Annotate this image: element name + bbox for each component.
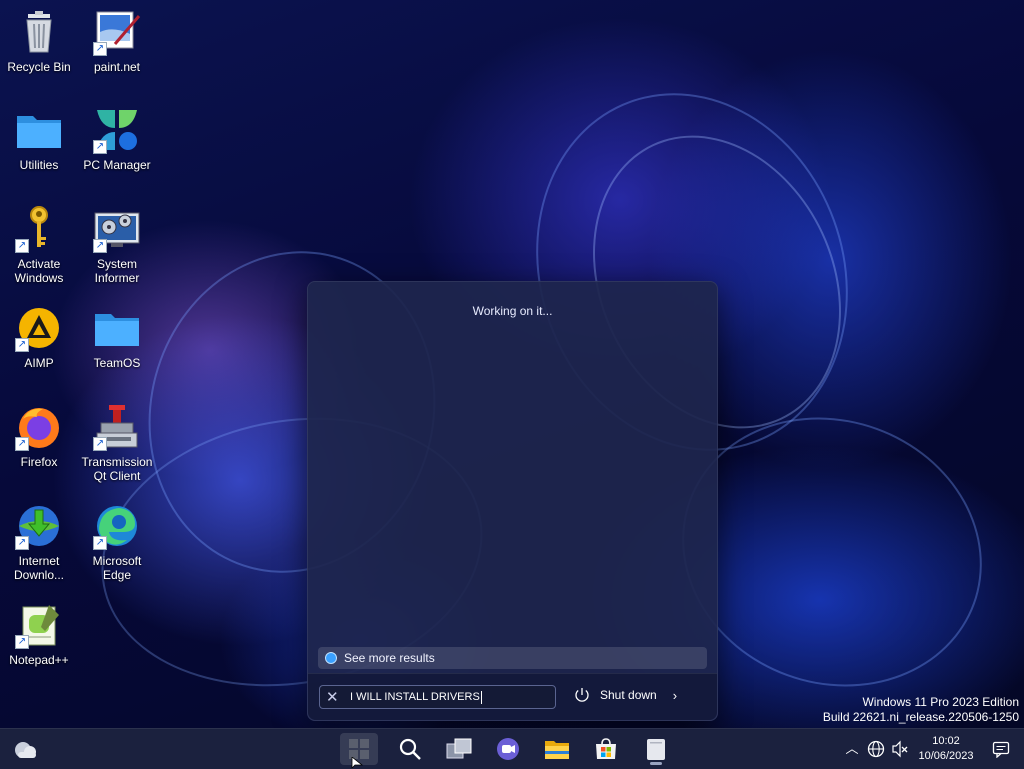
file-explorer-button[interactable] xyxy=(538,733,576,765)
text-caret xyxy=(480,690,482,704)
shortcut-arrow-icon: ↗ xyxy=(15,536,29,550)
desktop-icon-utilities[interactable]: Utilities xyxy=(1,106,77,172)
task-view-icon xyxy=(446,738,472,759)
language-globe-icon[interactable] xyxy=(867,740,885,758)
shortcut-arrow-icon: ↗ xyxy=(93,536,107,550)
notepad-icon xyxy=(647,739,665,760)
search-status: Working on it... xyxy=(472,304,553,318)
firefox-icon: ↗ xyxy=(15,403,63,451)
desktop-icon-teamos[interactable]: TeamOS xyxy=(79,304,155,370)
folder-icon xyxy=(15,106,63,154)
taskbar-clock[interactable]: 10:02 10/06/2023 xyxy=(910,734,982,764)
microsoft-store-button[interactable] xyxy=(587,733,625,765)
shortcut-arrow-icon: ↗ xyxy=(15,338,29,352)
shortcut-arrow-icon: ↗ xyxy=(93,42,107,56)
desktop-icon-label: Utilities xyxy=(19,158,59,172)
desktop-icon-label: Firefox xyxy=(20,455,58,469)
power-icon xyxy=(575,688,589,702)
system-informer-icon: ↗ xyxy=(93,205,141,253)
desktop-icon-transmission[interactable]: ↗ Transmission Qt Client xyxy=(79,403,155,483)
paintnet-icon: ↗ xyxy=(93,8,141,56)
shut-down-button[interactable]: Shut down › xyxy=(574,687,677,703)
transmission-icon: ↗ xyxy=(93,403,141,451)
idm-icon: ↗ xyxy=(15,502,63,550)
desktop-icon-label: Transmission Qt Client xyxy=(81,455,153,483)
shortcut-arrow-icon: ↗ xyxy=(15,239,29,253)
shut-down-label: Shut down xyxy=(600,688,657,702)
running-indicator xyxy=(650,762,662,765)
edition-watermark: Windows 11 Pro 2023 Edition Build 22621.… xyxy=(823,695,1019,725)
desktop-icon-label: Recycle Bin xyxy=(7,60,71,74)
desktop-icon-recycle-bin[interactable]: Recycle Bin xyxy=(1,8,77,74)
windows-logo-icon xyxy=(349,739,369,759)
shortcut-arrow-icon: ↗ xyxy=(15,437,29,451)
notepad-taskbar-button[interactable] xyxy=(637,733,675,765)
desktop-icon-label: TeamOS xyxy=(93,356,141,370)
watermark-build: Build 22621.ni_release.220506-1250 xyxy=(822,710,1019,724)
key-icon: ↗ xyxy=(15,205,63,253)
weather-widget-button[interactable] xyxy=(6,733,44,765)
see-more-results-button[interactable]: See more results xyxy=(318,647,707,669)
shortcut-arrow-icon: ↗ xyxy=(93,437,107,451)
task-view-button[interactable] xyxy=(440,733,478,765)
desktop-icon-label: Internet Downlo... xyxy=(13,554,65,582)
search-icon xyxy=(399,738,421,760)
desktop-icon-label: AIMP xyxy=(24,356,54,370)
chevron-right-icon[interactable]: › xyxy=(673,688,677,703)
clock-date: 10/06/2023 xyxy=(918,750,974,762)
store-icon xyxy=(596,738,616,759)
desktop-icon-internet-download-manager[interactable]: ↗ Internet Downlo... xyxy=(1,502,77,582)
chat-icon xyxy=(497,738,519,760)
volume-muted-icon[interactable] xyxy=(891,740,909,758)
search-query-text: I WILL INSTALL DRIVERS xyxy=(350,691,480,703)
desktop-icon-label: PC Manager xyxy=(83,158,151,172)
teams-chat-button[interactable] xyxy=(489,733,527,765)
desktop-icon-label: Activate Windows xyxy=(14,257,64,285)
edge-icon: ↗ xyxy=(93,502,141,550)
search-panel: Working on it... See more results ✕ I WI… xyxy=(307,281,718,721)
desktop-icon-aimp[interactable]: ↗ AIMP xyxy=(1,304,77,370)
notifications-icon[interactable] xyxy=(992,740,1010,759)
mouse-cursor-icon xyxy=(351,757,363,768)
desktop-icon-label: paint.net xyxy=(93,60,141,74)
taskbar: ︿ 10:02 10/06/2023 xyxy=(0,728,1024,769)
pc-manager-icon: ↗ xyxy=(93,106,141,154)
shortcut-arrow-icon: ↗ xyxy=(93,239,107,253)
recycle-bin-icon xyxy=(15,8,63,56)
folder-icon xyxy=(93,304,141,352)
chevron-up-icon[interactable]: ︿ xyxy=(843,740,861,758)
desktop-icon-paintnet[interactable]: ↗ paint.net xyxy=(79,8,155,74)
weather-cloud-icon xyxy=(15,742,36,758)
shortcut-arrow-icon: ↗ xyxy=(93,140,107,154)
taskbar-search-button[interactable] xyxy=(391,733,429,765)
watermark-edition: Windows 11 Pro 2023 Edition xyxy=(862,695,1019,709)
search-input[interactable]: ✕ I WILL INSTALL DRIVERS xyxy=(319,685,556,709)
desktop-icon-activate-windows[interactable]: ↗ Activate Windows xyxy=(1,205,77,285)
file-explorer-icon xyxy=(545,741,569,759)
panel-bottom-bar: ✕ I WILL INSTALL DRIVERS Shut down › xyxy=(308,673,717,720)
shortcut-arrow-icon: ↗ xyxy=(15,635,29,649)
desktop-icon-notepadpp[interactable]: ↗ Notepad++ xyxy=(1,601,77,667)
clock-time: 10:02 xyxy=(932,735,960,747)
desktop-icon-label: Notepad++ xyxy=(9,653,69,667)
desktop-icon-pc-manager[interactable]: ↗ PC Manager xyxy=(79,106,155,172)
desktop-icon-system-informer[interactable]: ↗ System Informer xyxy=(79,205,155,285)
notepadpp-icon: ↗ xyxy=(15,601,63,649)
aimp-icon: ↗ xyxy=(15,304,63,352)
search-result-icon xyxy=(325,652,337,664)
desktop-icon-label: Microsoft Edge xyxy=(92,554,142,582)
desktop-icon-firefox[interactable]: ↗ Firefox xyxy=(1,403,77,469)
clear-search-icon[interactable]: ✕ xyxy=(326,688,340,706)
see-more-label: See more results xyxy=(344,651,435,665)
desktop-icon-label: System Informer xyxy=(94,257,140,285)
desktop-icon-microsoft-edge[interactable]: ↗ Microsoft Edge xyxy=(79,502,155,582)
